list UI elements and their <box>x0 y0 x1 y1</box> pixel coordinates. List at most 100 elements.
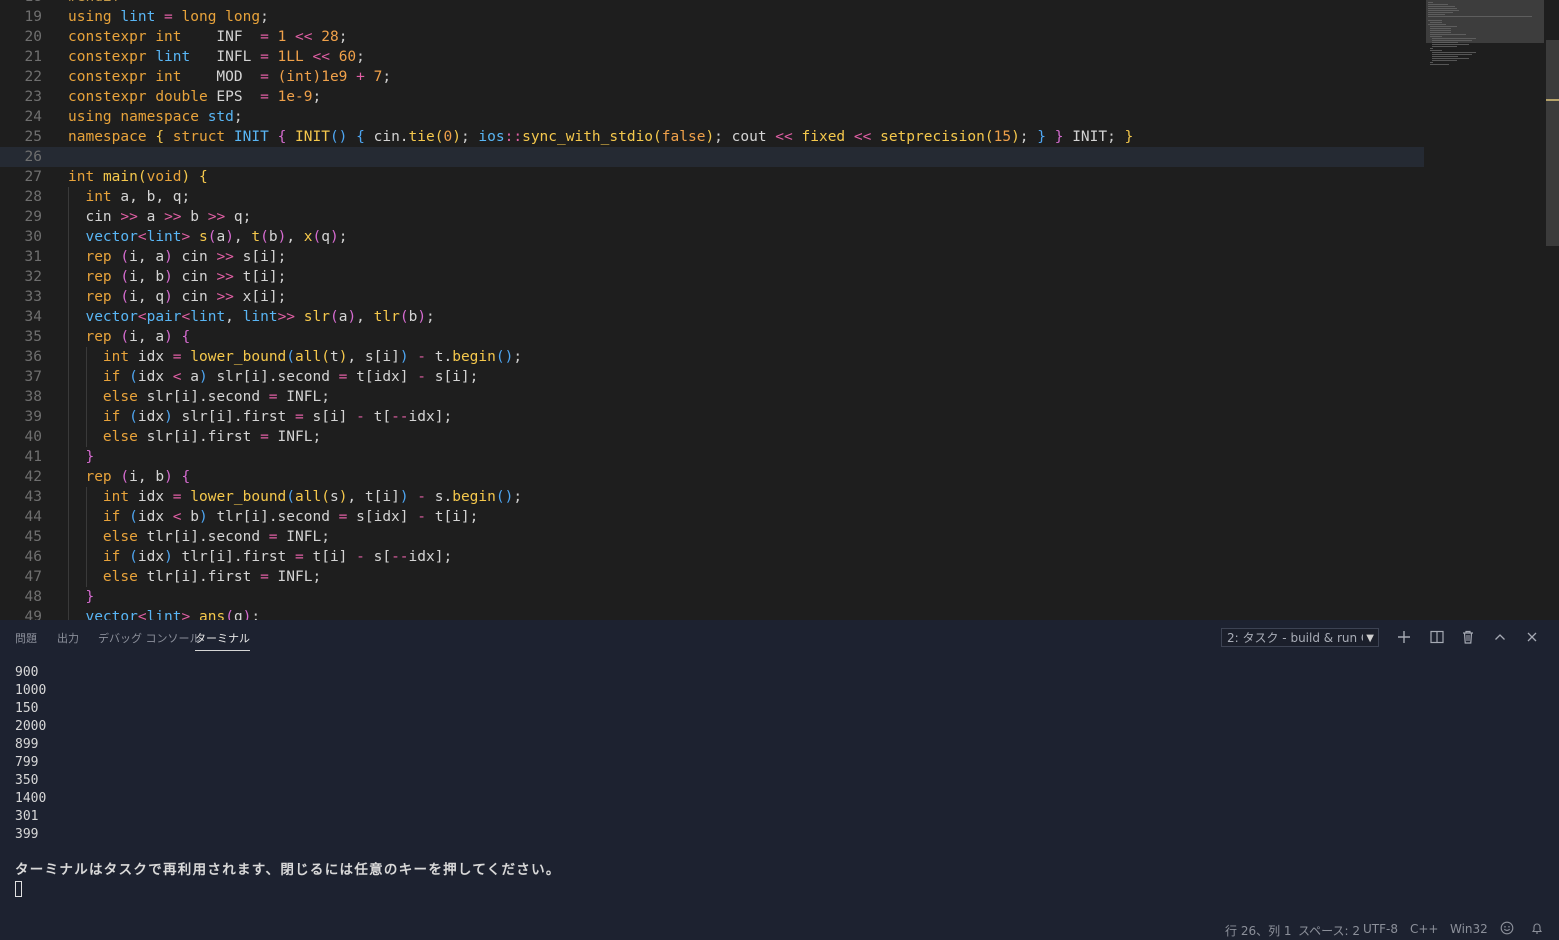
status-encoding[interactable]: UTF-8 <box>1363 922 1398 936</box>
minimap-line <box>1428 2 1434 3</box>
code-token: EPS <box>207 89 261 105</box>
status-indentation[interactable]: スペース: 2 <box>1298 922 1360 939</box>
code-token: = <box>295 549 304 565</box>
minimap-line <box>1432 56 1458 57</box>
code-line[interactable]: 36 int idx = lower_bound(all(t), s[i]) -… <box>0 347 1424 367</box>
feedback-smiley-icon[interactable] <box>1500 921 1514 938</box>
code-line[interactable]: 21 constexpr lint INFL = 1LL << 60; <box>0 47 1424 67</box>
code-line[interactable]: 49 vector<lint> ans(q); <box>0 607 1424 620</box>
code-line[interactable]: 24 using namespace std; <box>0 107 1424 127</box>
line-number: 26 <box>24 149 42 165</box>
terminal-task-select[interactable]: 2: タスク - build & run C ▼ <box>1221 628 1379 647</box>
tab-debug-console[interactable]: デバッグ コンソール <box>98 630 201 646</box>
status-language[interactable]: C++ <box>1410 922 1439 936</box>
close-panel-icon[interactable] <box>1523 628 1541 646</box>
code-line[interactable]: 48 } <box>0 587 1424 607</box>
code-line[interactable]: 18 #endif <box>0 0 1424 7</box>
code-line[interactable]: 39 if (idx) slr[i].first = s[i] - t[--id… <box>0 407 1424 427</box>
code-token: 1e-9 <box>277 89 313 105</box>
tab-terminal[interactable]: ターミナル <box>195 630 250 651</box>
code-line[interactable]: 26 <box>0 147 1424 167</box>
code-line[interactable]: 42 rep (i, b) { <box>0 467 1424 487</box>
code-token: ; <box>277 289 287 305</box>
code-token: ( <box>120 269 130 285</box>
code-line[interactable]: 45 else tlr[i].second = INFL; <box>0 527 1424 547</box>
code-token: using <box>68 9 112 25</box>
code-line[interactable]: 28 int a, b, q; <box>0 187 1424 207</box>
status-cursor-position[interactable]: 行 26、列 1 <box>1225 922 1292 939</box>
code-line[interactable]: 41 } <box>0 447 1424 467</box>
code-line[interactable]: 33 rep (i, q) cin >> x[i]; <box>0 287 1424 307</box>
code-token: setprecision <box>880 129 985 145</box>
line-number: 36 <box>24 349 42 365</box>
code-line[interactable]: 37 if (idx < a) slr[i].second = t[idx] -… <box>0 367 1424 387</box>
code-line[interactable]: 27 int main(void) { <box>0 167 1424 187</box>
code-token: ) <box>164 549 173 565</box>
code-token: std <box>207 109 234 125</box>
code-token: ; <box>312 89 322 105</box>
code-token: lint <box>190 309 226 325</box>
code-line[interactable]: 31 rep (i, a) cin >> s[i]; <box>0 247 1424 267</box>
code-line[interactable]: 25 namespace { struct INIT { INIT() { cin… <box>0 127 1424 147</box>
trash-icon[interactable] <box>1459 628 1477 646</box>
code-line[interactable]: 47 else tlr[i].first = INFL; <box>0 567 1424 587</box>
code-line[interactable]: 34 vector<pair<lint, lint>> slr(a), tlr(… <box>0 307 1424 327</box>
code-line[interactable]: 43 int idx = lower_bound(all(s), t[i]) -… <box>0 487 1424 507</box>
notifications-bell-icon[interactable] <box>1530 921 1544 938</box>
code-line[interactable]: 19 using lint = long long; <box>0 7 1424 27</box>
minimap[interactable] <box>1424 0 1559 620</box>
code-line[interactable]: 40 else slr[i].first = INFL; <box>0 427 1424 447</box>
code-line[interactable]: 32 rep (i, b) cin >> t[i]; <box>0 267 1424 287</box>
code-editor[interactable]: 18 #endif 19 using lint = long long; 20 const… <box>0 0 1559 620</box>
code-text: else slr[i].first = INFL; <box>68 427 321 447</box>
code-token: :: <box>504 129 523 145</box>
code-token: ( <box>225 609 234 620</box>
code-token: cin <box>172 269 217 285</box>
code-line[interactable]: 29 cin >> a >> b >> q; <box>0 207 1424 227</box>
code-token: ) <box>164 469 173 485</box>
code-token: 1 <box>277 29 287 45</box>
code-line[interactable]: 38 else slr[i].second = INFL; <box>0 387 1424 407</box>
code-token: () <box>495 489 514 505</box>
code-token: = <box>172 489 182 505</box>
editor-scrollbar[interactable] <box>1546 40 1559 246</box>
code-line[interactable]: 30 vector<lint> s(a), t(b), x(q); <box>0 227 1424 247</box>
tab-output[interactable]: 出力 <box>57 630 79 646</box>
code-token: INIT <box>233 129 269 145</box>
code-line[interactable]: 20 constexpr int INF = 1 << 28; <box>0 27 1424 47</box>
terminal-output[interactable]: 900 1000 150 2000 899 799 350 1400 301 399 ターミナルは… <box>15 664 1515 897</box>
code-line[interactable]: 35 rep (i, a) { <box>0 327 1424 347</box>
code-token: ( <box>120 469 130 485</box>
tab-problems[interactable]: 問題 <box>15 630 37 646</box>
code-token: slr[i].second <box>137 389 269 405</box>
maximize-panel-icon[interactable] <box>1491 628 1509 646</box>
split-terminal-icon[interactable] <box>1428 628 1446 646</box>
code-line[interactable]: 44 if (idx < b) tlr[i].second = s[idx] -… <box>0 507 1424 527</box>
code-text: constexpr double EPS = 1e-9; <box>68 87 321 107</box>
code-token: lint <box>120 9 156 25</box>
code-line[interactable]: 23 constexpr double EPS = 1e-9; <box>0 87 1424 107</box>
status-platform[interactable]: Win32 <box>1450 922 1488 936</box>
code-token: s <box>329 489 339 505</box>
line-number: 28 <box>24 189 42 205</box>
code-text: rep (i, a) cin >> s[i]; <box>68 247 286 267</box>
code-token: ; <box>1019 129 1029 145</box>
code-token: i, a <box>129 249 165 265</box>
code-token: ios <box>478 129 505 145</box>
code-line[interactable]: 46 if (idx) tlr[i].first = t[i] - s[--id… <box>0 547 1424 567</box>
code-token: , <box>286 229 304 245</box>
code-lines[interactable]: 18 #endif 19 using lint = long long; 20 const… <box>0 0 1424 620</box>
code-token: , <box>233 229 252 245</box>
code-line[interactable]: 22 constexpr int MOD = (int)1e9 + 7; <box>0 67 1424 87</box>
add-terminal-icon[interactable] <box>1395 628 1413 646</box>
